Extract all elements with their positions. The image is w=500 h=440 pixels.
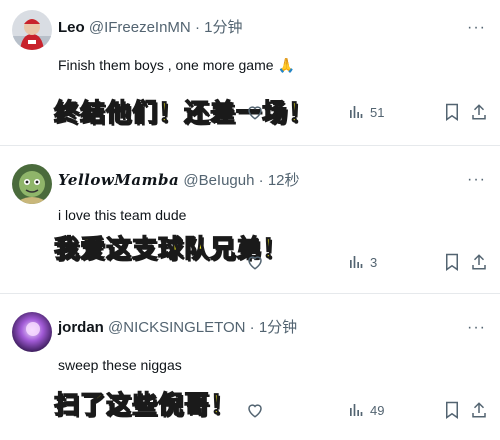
- user-handle[interactable]: @BeIuguh: [183, 172, 254, 189]
- more-options-button[interactable]: ···: [467, 20, 486, 36]
- views-button[interactable]: 49: [348, 398, 384, 422]
- like-button[interactable]: [246, 250, 264, 274]
- separator-dot: ·: [258, 172, 264, 189]
- bookmark-button[interactable]: [444, 100, 460, 124]
- action-bar: 51: [0, 100, 500, 124]
- views-bar-icon: [350, 106, 363, 118]
- heart-icon: [248, 106, 262, 120]
- reply-text: i love this team dude: [58, 207, 187, 223]
- views-button[interactable]: 51: [348, 100, 384, 124]
- timestamp[interactable]: 1分钟: [259, 319, 297, 336]
- share-icon: [472, 254, 486, 270]
- views-button[interactable]: 3: [348, 250, 377, 274]
- more-options-button[interactable]: ···: [467, 172, 486, 188]
- share-button[interactable]: [470, 250, 488, 274]
- display-name[interactable]: YellowMamba: [58, 171, 179, 189]
- display-name[interactable]: Leo: [58, 19, 85, 36]
- share-button[interactable]: [470, 100, 488, 124]
- reply-text: sweep these niggas: [58, 357, 182, 373]
- avatar[interactable]: [12, 312, 52, 352]
- separator-dot: ·: [249, 319, 255, 336]
- reply-item[interactable]: jordan @NICKSINGLETON · 1分钟 ··· sweep th…: [0, 294, 500, 440]
- action-bar: 49: [0, 398, 500, 422]
- share-button[interactable]: [470, 398, 488, 422]
- reply-text: Finish them boys , one more game 🙏: [58, 56, 295, 74]
- bookmark-icon: [446, 253, 458, 271]
- bookmark-button[interactable]: [444, 250, 460, 274]
- views-count: 51: [370, 104, 385, 120]
- more-options-button[interactable]: ···: [467, 320, 486, 336]
- avatar[interactable]: [12, 10, 52, 50]
- bookmark-icon: [446, 401, 458, 419]
- reply-header: jordan @NICKSINGLETON · 1分钟: [58, 318, 460, 338]
- separator-dot: ·: [194, 19, 200, 36]
- like-button[interactable]: [246, 100, 264, 124]
- purple-glow-avatar-icon: [12, 312, 52, 352]
- share-icon: [472, 104, 486, 120]
- reply-item[interactable]: Leo @IFreezeInMN · 1分钟 ··· Finish them b…: [0, 0, 500, 146]
- avatar[interactable]: [12, 164, 52, 204]
- user-handle[interactable]: @NICKSINGLETON: [108, 319, 245, 336]
- reply-header: Leo @IFreezeInMN · 1分钟: [58, 18, 460, 38]
- views-count: 3: [370, 254, 378, 270]
- views-bar-icon: [350, 256, 363, 268]
- views-count: 49: [370, 402, 385, 418]
- display-name[interactable]: jordan: [58, 319, 104, 336]
- timestamp[interactable]: 12秒: [268, 172, 300, 189]
- praying-hands-emoji: 🙏: [277, 57, 295, 73]
- action-bar: 3: [0, 250, 500, 274]
- like-button[interactable]: [246, 398, 264, 422]
- bookmark-button[interactable]: [444, 398, 460, 422]
- share-icon: [472, 402, 486, 418]
- green-cartoon-avatar-icon: [12, 164, 52, 204]
- timestamp[interactable]: 1分钟: [204, 19, 242, 36]
- heart-icon: [248, 256, 262, 270]
- heart-icon: [248, 404, 262, 418]
- reply-header: YellowMamba @BeIuguh · 12秒: [58, 170, 460, 191]
- cartoon-avatar-icon: [12, 10, 52, 50]
- views-bar-icon: [350, 404, 363, 416]
- reply-text-content: Finish them boys , one more game: [58, 57, 274, 73]
- user-handle[interactable]: @IFreezeInMN: [89, 19, 191, 36]
- bookmark-icon: [446, 103, 458, 121]
- reply-item[interactable]: YellowMamba @BeIuguh · 12秒 ··· i love th…: [0, 146, 500, 294]
